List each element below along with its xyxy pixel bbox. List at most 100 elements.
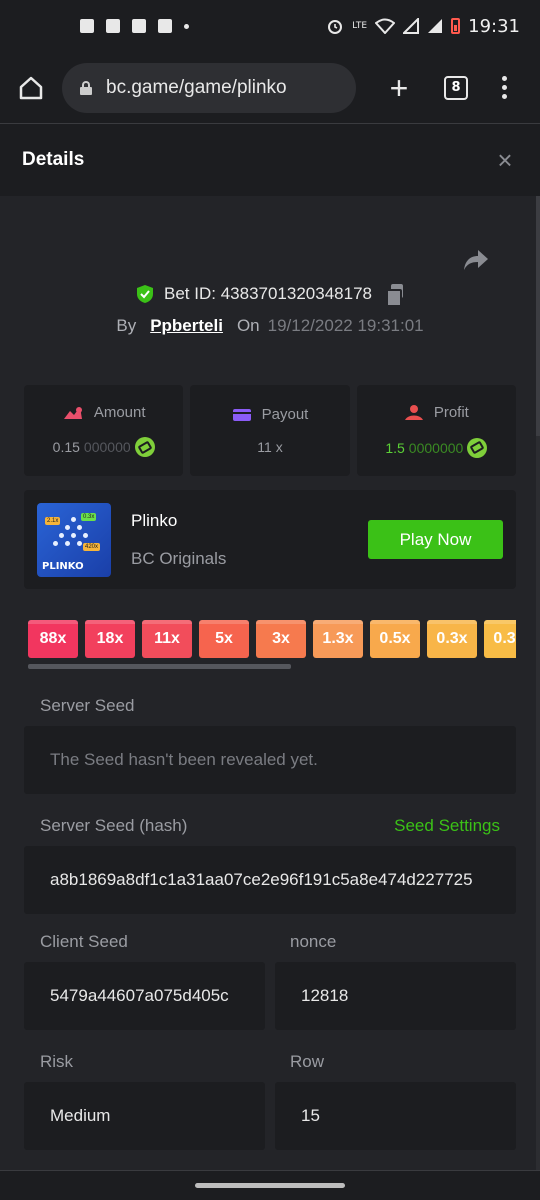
client-seed-label: Client Seed: [40, 932, 128, 951]
profit-stat: Profit 1.5 0000000: [356, 385, 516, 476]
tab-switcher-button[interactable]: 8: [444, 75, 468, 100]
peg-icon: [53, 540, 58, 546]
play-now-button[interactable]: Play Now: [368, 520, 503, 559]
row-label: Row: [290, 1052, 325, 1071]
browser-menu-button[interactable]: [502, 76, 507, 99]
payout-label: Payout: [261, 406, 309, 423]
share-icon[interactable]: [462, 246, 490, 274]
coin-icon: [467, 437, 488, 458]
menu-dot-icon: [502, 94, 507, 99]
page-title: Details: [22, 149, 85, 170]
thumb-badge: 2.1x: [45, 516, 61, 525]
app-icon: [132, 19, 146, 33]
row-field[interactable]: 15: [275, 1082, 516, 1150]
menu-dot-icon: [502, 85, 507, 90]
bet-datetime: 19/12/2022 19:31:01: [267, 316, 424, 335]
peg-icon: [71, 532, 76, 538]
game-name: Plinko: [131, 510, 178, 530]
close-button[interactable]: ×: [492, 145, 518, 176]
amount-icon: [63, 406, 82, 419]
home-button[interactable]: [16, 73, 46, 103]
profit-value-dim: 0000000: [408, 439, 464, 456]
home-indicator[interactable]: [195, 1183, 345, 1188]
amount-stat: Amount 0.15 000000: [24, 385, 184, 476]
seed-settings-link[interactable]: Seed Settings: [394, 816, 500, 836]
multiplier-chip: 1.3x: [313, 620, 363, 658]
server-seed-hash-field[interactable]: a8b1869a8df1c1a31aa07ce2e96f191c5a8e474d…: [24, 846, 516, 914]
volte-icon: LTE: [352, 20, 368, 31]
bet-stats: Amount 0.15 000000 Payout 11 x Profit 1.5…: [24, 385, 516, 476]
nonce-value: 12818: [301, 986, 349, 1005]
signal-icon: [428, 19, 443, 33]
multiplier-chip: 0.5x: [370, 620, 420, 658]
multiplier-chip: 0.3x: [427, 620, 477, 658]
on-label: On: [236, 316, 260, 335]
clock: 19:31: [468, 15, 520, 37]
server-seed-placeholder: The Seed hasn't been revealed yet.: [50, 750, 318, 769]
app-icon: [158, 19, 172, 33]
signal-icon: [403, 18, 420, 34]
thumb-label: PLINKO: [42, 560, 84, 572]
amount-value-main: 0.15: [52, 439, 80, 455]
profit-value-main: 1.5: [385, 439, 405, 456]
multiplier-strip[interactable]: 88x18x11x5x3x1.3x0.5x0.3x0.3x: [28, 620, 516, 658]
server-seed-label: Server Seed: [40, 696, 135, 715]
client-seed-value: 5479a44607a075d405c: [50, 986, 229, 1005]
amount-value-dim: 000000: [83, 439, 131, 455]
battery-icon: [451, 18, 461, 34]
server-seed-field[interactable]: The Seed hasn't been revealed yet.: [24, 726, 516, 794]
username-link[interactable]: Ppberteli: [150, 316, 223, 336]
client-seed-field[interactable]: 5479a44607a075d405c: [24, 962, 265, 1030]
more-notifications-icon: [184, 23, 189, 29]
payout-icon: [232, 408, 251, 421]
browser-toolbar: bc.game/game/plinko + 8: [0, 52, 540, 124]
alert-icon: [106, 19, 120, 33]
details-header: Details ×: [0, 124, 540, 196]
payout-value: 11 x: [257, 439, 283, 455]
nonce-label: nonce: [290, 932, 337, 951]
notification-icons: [80, 19, 189, 33]
multiplier-chip: 0.3x: [484, 620, 516, 658]
copy-icon[interactable]: [385, 284, 404, 307]
navigation-bar: [0, 1170, 540, 1200]
bet-id: Bet ID: 4383701320348178: [164, 284, 372, 303]
bet-id-row: Bet ID: 4383701320348178: [0, 284, 540, 307]
game-card: 2.1x 0.3x 420x PLINKO Plinko BC Original…: [24, 490, 516, 589]
payout-stat: Payout 11 x: [190, 385, 350, 476]
lock-icon: [80, 80, 92, 95]
home-icon: [19, 76, 43, 99]
alarm-icon: [328, 20, 343, 34]
multiplier-chip: 11x: [142, 620, 192, 658]
by-label: By: [116, 316, 137, 335]
new-tab-button[interactable]: +: [384, 72, 414, 104]
risk-field[interactable]: Medium: [24, 1082, 265, 1150]
url-text: bc.game/game/plinko: [106, 76, 287, 98]
multiplier-chip: 5x: [199, 620, 249, 658]
peg-icon: [77, 524, 82, 530]
verified-shield-icon: [137, 285, 154, 303]
peg-icon: [65, 540, 70, 546]
bet-meta-row: By Ppberteli On 19/12/2022 19:31:01: [0, 316, 540, 336]
profit-label: Profit: [433, 404, 469, 421]
risk-label: Risk: [40, 1052, 74, 1071]
peg-icon: [59, 532, 64, 538]
server-seed-hash-value: a8b1869a8df1c1a31aa07ce2e96f191c5a8e474d…: [50, 870, 473, 889]
risk-value: Medium: [50, 1106, 111, 1125]
nonce-field[interactable]: 12818: [275, 962, 516, 1030]
peg-icon: [77, 540, 82, 546]
multiplier-chip: 88x: [28, 620, 78, 658]
thumb-badge: 0.3x: [81, 512, 97, 521]
multiplier-row: 88x18x11x5x3x1.3x0.5x0.3x0.3x: [28, 620, 516, 658]
peg-icon: [83, 532, 88, 538]
thumb-badge: 420x: [83, 542, 101, 551]
multiplier-scrollbar[interactable]: [28, 664, 291, 669]
plinko-thumbnail[interactable]: 2.1x 0.3x 420x PLINKO: [37, 502, 111, 577]
wifi-icon: [375, 18, 396, 34]
server-seed-hash-label: Server Seed (hash): [40, 816, 188, 835]
peg-icon: [71, 516, 76, 522]
address-bar[interactable]: bc.game/game/plinko: [62, 62, 356, 113]
row-value: 15: [301, 1106, 320, 1125]
game-provider: BC Originals: [131, 548, 227, 568]
coin-icon: [134, 437, 155, 457]
message-icon: [80, 19, 94, 33]
